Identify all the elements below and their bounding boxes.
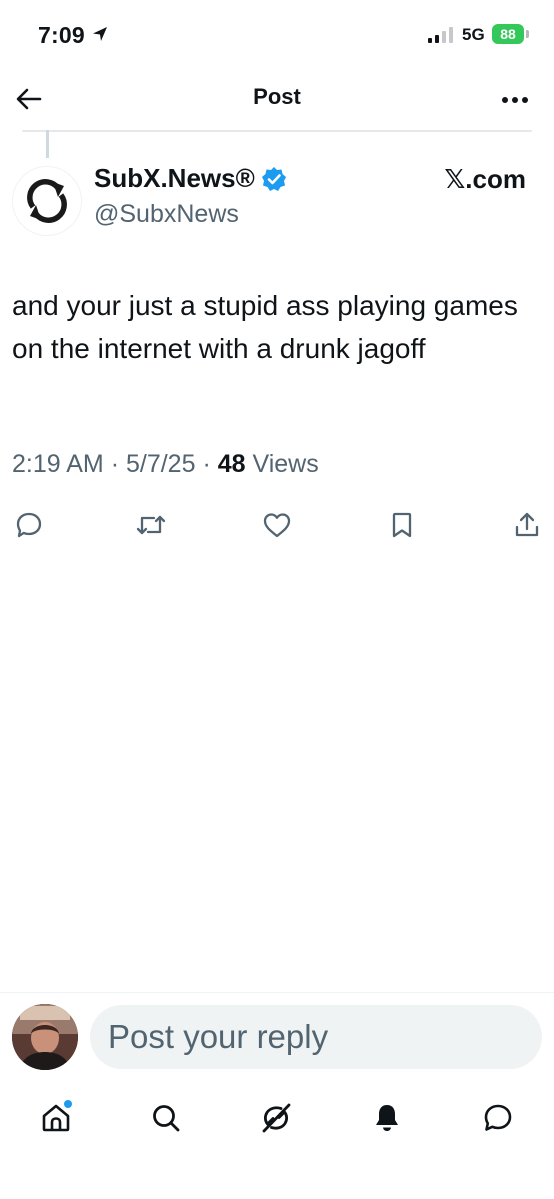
source-label[interactable]: 𝕏.com [444,164,526,195]
like-button[interactable] [260,508,294,542]
author-avatar[interactable] [12,166,82,236]
battery-indicator: 88 [492,24,524,44]
battery-tip [526,30,529,38]
notifications-icon [376,1105,398,1131]
tab-notifications[interactable] [367,1098,407,1138]
thread-line [46,130,49,158]
nav-header: Post [0,66,554,130]
status-time: 7:09 [38,22,85,48]
bookmark-icon [392,512,412,538]
more-options-button[interactable] [498,88,532,112]
post-time[interactable]: 2:19 AM [12,450,104,478]
like-icon [263,513,291,538]
cellular-signal-icon [428,27,453,43]
reply-input[interactable] [90,1005,542,1069]
author-handle[interactable]: @SubxNews [94,200,239,229]
views-label: Views [252,450,319,478]
meta-separator: · [202,450,211,478]
reply-button[interactable] [12,508,46,542]
verified-badge-icon [261,166,286,191]
search-icon [153,1105,180,1132]
share-button[interactable] [510,508,544,542]
battery-level: 88 [500,26,516,42]
network-label: 5G [462,25,485,44]
post-text: and your just a stupid ass playing games… [12,290,518,364]
tab-grok[interactable] [256,1098,296,1138]
tab-messages[interactable] [478,1098,518,1138]
reply-divider [0,992,554,993]
post-actions [0,508,554,542]
page-title: Post [253,84,301,109]
status-bar: 7:09 5G 88 [0,0,554,66]
bookmark-button[interactable] [385,508,419,542]
messages-icon [484,1104,512,1131]
author-name-text: SubX.News® [94,163,255,193]
grok-icon [262,1103,291,1133]
tab-search[interactable] [146,1098,186,1138]
location-arrow-icon [93,27,107,41]
tab-home[interactable] [36,1098,76,1138]
bottom-tab-bar [0,1090,554,1146]
repost-icon [136,515,166,535]
more-icon [502,97,528,103]
quoted-post-edge [22,130,532,132]
user-photo [12,1004,78,1070]
home-notification-dot [64,1100,72,1108]
post-meta: 2:19 AM · 5/7/25 · 48 Views [12,450,319,479]
views-count[interactable]: 48 [218,450,246,478]
user-avatar[interactable] [12,1004,78,1070]
share-icon [515,512,539,537]
repost-button[interactable] [134,508,168,542]
refresh-logo-icon [27,179,67,223]
author-name[interactable]: SubX.News® [94,163,287,194]
post-date[interactable]: 5/7/25 [126,450,196,478]
meta-separator: · [110,450,120,478]
reply-icon [16,512,42,538]
